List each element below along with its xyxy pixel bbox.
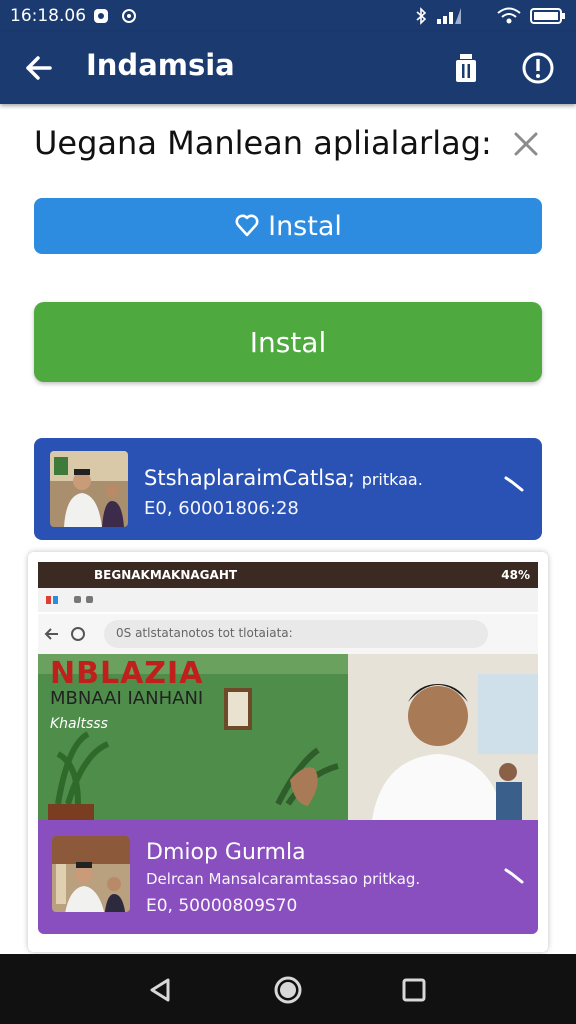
app-card[interactable]: Dmiop Gurmla Delrcan Mansalcaramtassao p… [38,820,538,934]
embedded-nav-icons [44,627,85,641]
home-circle-icon[interactable] [270,972,306,1008]
embedded-status-text: BEGNAKMAKNAGAHT [94,568,238,582]
chevron-icon[interactable] [502,862,526,886]
close-icon[interactable] [508,126,544,162]
chevron-icon[interactable] [502,470,526,494]
card-subtitle: E0, 50000809S70 [146,896,298,916]
notification-icon [94,9,108,23]
signal-icon [437,8,461,24]
status-time: 16:18.06 [10,6,87,26]
install-button-green[interactable]: Instal [34,302,542,382]
embedded-url-bar: 0S atlstatanotos tot tlotaiata: [38,614,538,654]
app-title: Indamsia [86,48,235,82]
app-thumbnail [52,836,130,912]
recents-square-icon[interactable] [396,972,432,1008]
status-bar: 16:18.06 [0,0,576,32]
trash-icon[interactable] [446,48,486,88]
embedded-battery: 48% [501,568,530,582]
embedded-status-bar: BEGNAKMAKNAGAHT 48% [38,562,538,588]
hero-subtitle: MBNAAI IANHANI [50,688,204,709]
app-bar: Indamsia [0,32,576,104]
hero-caption: Khaltsss [50,716,108,732]
bluetooth-icon [416,7,427,25]
info-icon[interactable] [518,48,558,88]
back-triangle-icon[interactable] [142,972,178,1008]
battery-icon [530,8,565,24]
card-title: Dmiop Gurmla [146,840,306,865]
embedded-hero: NBLAZIA MBNAAI IANHANI Khaltsss [38,654,538,820]
back-arrow-icon[interactable] [20,50,56,86]
shield-icon [235,214,259,237]
install-blue-label: Instal [268,210,342,242]
navigation-bar [0,954,576,1024]
app-thumbnail [50,451,128,527]
card-title-suffix: pritkaa. [361,470,423,489]
hero-title: NBLAZIA [50,656,204,691]
card-title: StshaplaraimCatlsa; pritkaa. [144,466,423,490]
card-subtitle: E0, 60001806:28 [144,498,299,519]
wifi-icon [497,7,521,24]
embedded-tab-icons [46,596,93,604]
app-card[interactable]: StshaplaraimCatlsa; pritkaa. E0, 6000180… [34,438,542,540]
install-button-blue[interactable]: Instal [34,198,542,254]
install-green-label: Instal [249,325,327,359]
embedded-url-field: 0S atlstatanotos tot tlotaiata: [104,620,488,648]
alarm-icon [122,9,136,23]
card-description: Delrcan Mansalcaramtassao pritkag. [146,870,421,888]
embedded-tab-strip [38,588,538,612]
card-title-main: StshaplaraimCatlsa; [144,466,355,490]
dialog-heading: Uegana Manlean aplialarlag: [34,124,492,162]
embedded-screenshot: BEGNAKMAKNAGAHT 48% 0S atlstatanotos tot… [28,552,548,952]
